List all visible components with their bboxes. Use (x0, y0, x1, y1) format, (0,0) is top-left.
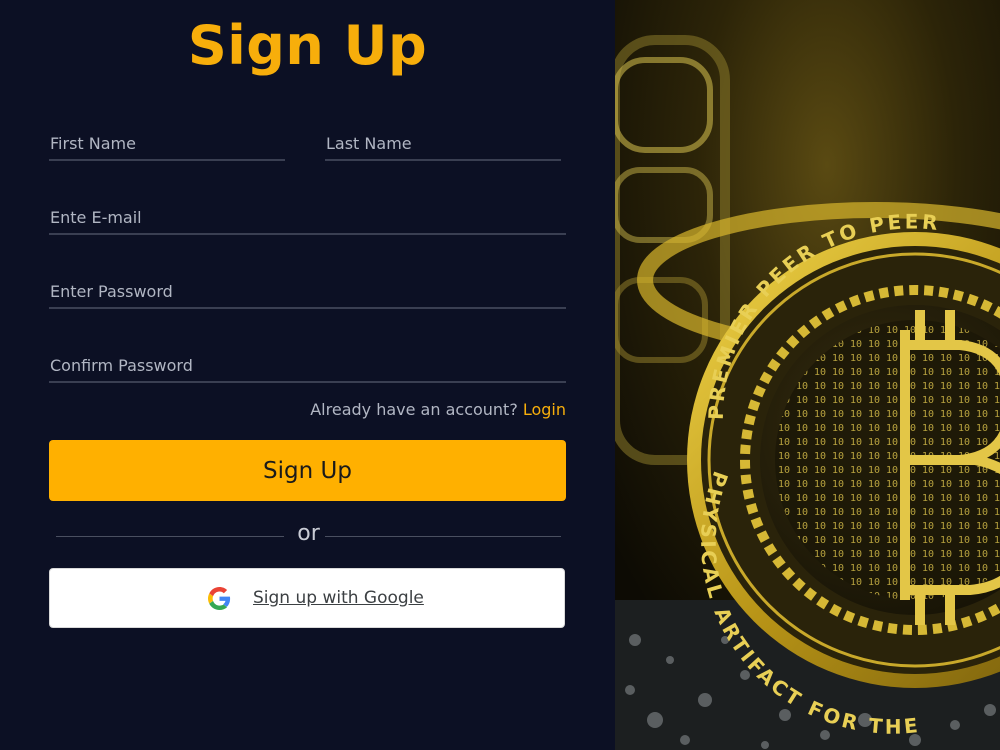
confirm-password-input[interactable] (49, 356, 566, 375)
divider-line-left (56, 536, 284, 537)
email-input[interactable] (49, 208, 566, 227)
or-divider: or (56, 520, 561, 552)
login-link[interactable]: Login (523, 400, 566, 419)
divider-line-right (325, 536, 561, 537)
last-name-input[interactable] (325, 134, 561, 153)
signup-panel: Sign Up Already have an account? Login Si… (0, 0, 615, 750)
google-g-icon (208, 587, 231, 610)
divider-text: or (297, 521, 320, 546)
google-signup-button[interactable]: Sign up with Google (49, 568, 565, 628)
hero-image: 10 PREMIER PEER TO PEER PHYSICAL ARTIFAC… (615, 0, 1000, 750)
last-name-field[interactable] (325, 123, 561, 161)
confirm-password-field[interactable] (49, 345, 566, 383)
login-prompt-text: Already have an account? (310, 400, 518, 419)
page-title: Sign Up (187, 14, 428, 77)
first-name-input[interactable] (49, 134, 285, 153)
email-field[interactable] (49, 197, 566, 235)
google-button-label: Sign up with Google (253, 588, 424, 608)
password-field[interactable] (49, 271, 566, 309)
sign-up-button[interactable]: Sign Up (49, 440, 566, 501)
bitcoin-coin-image: 10 PREMIER PEER TO PEER PHYSICAL ARTIFAC… (615, 0, 1000, 750)
password-input[interactable] (49, 282, 566, 301)
login-prompt: Already have an account? Login (310, 400, 566, 419)
first-name-field[interactable] (49, 123, 285, 161)
